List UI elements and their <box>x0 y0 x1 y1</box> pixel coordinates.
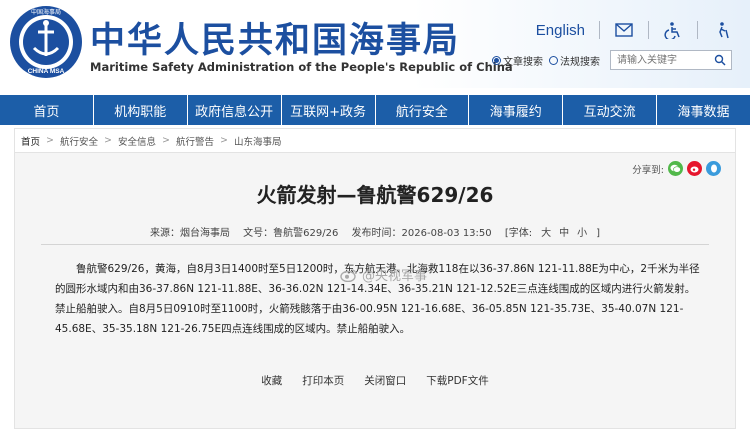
search-type-law[interactable]: 法规搜索 <box>549 53 600 68</box>
breadcrumb-shandong[interactable]: 山东海事局 <box>234 134 282 148</box>
font-size-large[interactable]: 大 <box>541 228 551 239</box>
breadcrumb: 首页 > 航行安全 > 安全信息 > 航行警告 > 山东海事局 <box>15 129 735 153</box>
search-type-article[interactable]: 文章搜索 <box>492 53 543 68</box>
article-source: 来源：烟台海事局 <box>149 228 230 239</box>
msa-logo[interactable]: CHINA MSA 中国海事局 <box>8 4 84 80</box>
font-size-close: ] <box>596 228 601 239</box>
qq-icon[interactable] <box>706 161 721 176</box>
divider <box>697 21 698 39</box>
nav-item-interaction[interactable]: 互动交流 <box>563 95 658 125</box>
favorite-link[interactable]: 收藏 <box>261 373 282 388</box>
breadcrumb-separator: > <box>46 135 54 146</box>
close-window-link[interactable]: 关闭窗口 <box>364 373 406 388</box>
nav-item-data[interactable]: 海事数据 <box>657 95 750 125</box>
print-link[interactable]: 打印本页 <box>302 373 344 388</box>
download-pdf-link[interactable]: 下载PDF文件 <box>426 373 488 388</box>
breadcrumb-separator: > <box>219 135 228 146</box>
mail-icon[interactable] <box>614 20 634 40</box>
nav-item-compliance[interactable]: 海事履约 <box>469 95 564 125</box>
nav-item-egov[interactable]: 互联网+政务 <box>282 95 376 125</box>
search-box <box>610 50 732 70</box>
breadcrumb-navigation-safety[interactable]: 航行安全 <box>60 134 98 148</box>
font-size-medium[interactable]: 中 <box>559 228 569 239</box>
article-title: 火箭发射—鲁航警629/26 <box>256 183 494 207</box>
site-header: CHINA MSA 中国海事局 中华人民共和国海事局 Maritime Safe… <box>0 0 750 88</box>
article-meta: 来源：烟台海事局 文号：鲁航警629/26 发布时间：2026-08-03 13… <box>15 224 735 239</box>
weibo-icon[interactable] <box>687 161 702 176</box>
article-publish-time: 发布时间：2026-08-03 13:50 <box>351 228 492 239</box>
article-divider <box>41 244 709 245</box>
radio-unselected <box>549 55 558 65</box>
wechat-icon[interactable] <box>668 161 683 176</box>
breadcrumb-home[interactable]: 首页 <box>21 134 40 148</box>
breadcrumb-safety-info[interactable]: 安全信息 <box>118 134 156 148</box>
divider <box>648 21 649 39</box>
article-actions: 收藏 打印本页 关闭窗口 下载PDF文件 <box>15 373 735 388</box>
search-icon[interactable] <box>711 51 729 69</box>
svg-text:CHINA MSA: CHINA MSA <box>28 68 65 75</box>
weibo-icon <box>340 268 357 282</box>
site-title-cn: 中华人民共和国海事局 <box>90 21 461 61</box>
site-title-en: Maritime Safety Administration of the Pe… <box>90 60 513 74</box>
breadcrumb-nav-warning[interactable]: 航行警告 <box>176 134 214 148</box>
nav-item-home[interactable]: 首页 <box>0 95 94 125</box>
radio-selected <box>492 55 501 65</box>
accessibility-icon[interactable] <box>663 20 683 40</box>
share-bar: 分享到: <box>632 161 721 176</box>
watermark: @央视军事 <box>340 265 427 284</box>
svg-text:中国海事局: 中国海事局 <box>31 8 61 16</box>
breadcrumb-separator: > <box>104 135 112 146</box>
nav-item-disclosure[interactable]: 政府信息公开 <box>188 95 282 125</box>
nav-item-functions[interactable]: 机构职能 <box>94 95 188 125</box>
font-size-label: [字体: <box>504 228 533 239</box>
watermark-text: @央视军事 <box>362 269 428 284</box>
search-row: 文章搜索 法规搜索 <box>492 50 732 70</box>
english-link[interactable]: English <box>536 22 585 39</box>
nav-item-navigation-safety[interactable]: 航行安全 <box>376 95 470 125</box>
font-size-small[interactable]: 小 <box>577 228 587 239</box>
share-label: 分享到: <box>632 164 664 176</box>
breadcrumb-separator: > <box>161 135 170 146</box>
top-links: English <box>536 20 732 40</box>
article-doc-number: 文号：鲁航警629/26 <box>243 228 339 239</box>
divider <box>599 21 600 39</box>
search-input[interactable] <box>611 51 711 69</box>
main-nav: 首页 机构职能 政府信息公开 互联网+政务 航行安全 海事履约 互动交流 海事数… <box>0 95 750 125</box>
elderly-mode-icon[interactable] <box>712 20 732 40</box>
